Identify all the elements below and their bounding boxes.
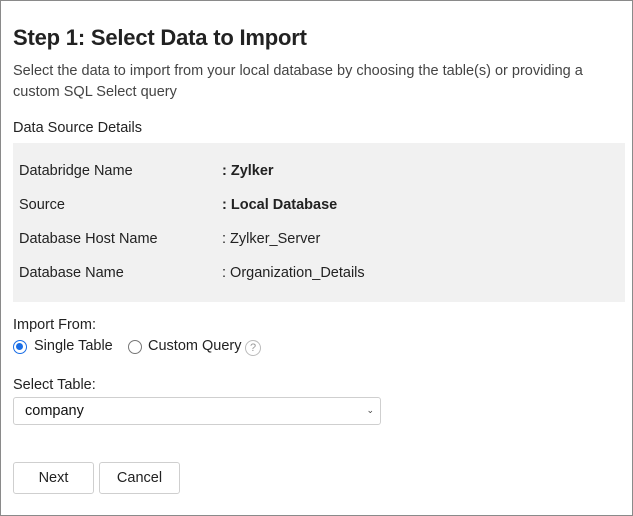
custom-query-radio-label[interactable]: Custom Query: [148, 338, 241, 354]
single-table-radio[interactable]: [13, 340, 27, 354]
detail-value: : Organization_Details: [222, 265, 365, 281]
custom-query-radio[interactable]: [128, 340, 142, 354]
cancel-button[interactable]: Cancel: [99, 462, 180, 494]
data-source-details-panel: Databridge Name : Zylker Source : Local …: [13, 143, 625, 302]
detail-row-databridge-name: Databridge Name : Zylker: [13, 163, 625, 187]
data-source-details-label: Data Source Details: [13, 120, 142, 136]
select-table-value: company: [25, 403, 84, 419]
page-title: Step 1: Select Data to Import: [13, 25, 307, 50]
select-table-dropdown[interactable]: company ⌄: [13, 397, 381, 425]
detail-row-database-name: Database Name : Organization_Details: [13, 265, 625, 289]
next-button[interactable]: Next: [13, 462, 94, 494]
detail-key: Database Name: [19, 265, 124, 281]
detail-row-database-host-name: Database Host Name : Zylker_Server: [13, 231, 625, 255]
chevron-down-icon: ⌄: [366, 405, 374, 415]
import-from-label: Import From:: [13, 317, 96, 333]
select-table-label: Select Table:: [13, 377, 96, 393]
page-description: Select the data to import from your loca…: [13, 63, 583, 100]
detail-row-source: Source : Local Database: [13, 197, 625, 221]
detail-value: : Zylker: [222, 163, 274, 179]
detail-value: : Local Database: [222, 197, 338, 213]
detail-key: Database Host Name: [19, 231, 158, 247]
single-table-radio-label[interactable]: Single Table: [34, 338, 113, 354]
detail-value: : Zylker_Server: [222, 231, 321, 247]
help-icon[interactable]: ?: [245, 340, 261, 356]
detail-key: Databridge Name: [19, 163, 133, 179]
dialog-frame: Step 1: Select Data to Import Select the…: [0, 0, 633, 516]
detail-key: Source: [19, 197, 65, 213]
